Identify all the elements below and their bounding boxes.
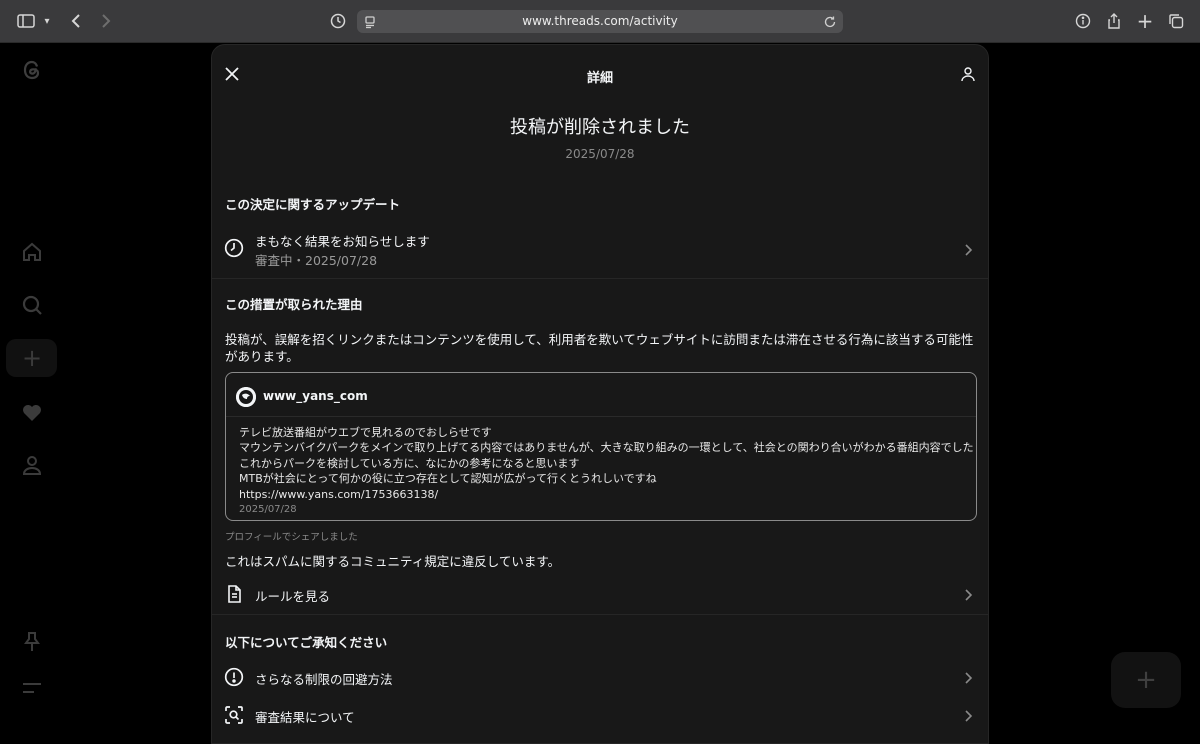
update-status-sublabel: 審査中・2025/07/28	[255, 253, 378, 268]
clock-icon	[224, 238, 244, 258]
decision-date: 2025/07/28	[565, 147, 635, 161]
chevron-right-icon	[962, 708, 974, 722]
post-line: MTBが社会にとって何かの役に立つ存在として認知が広がって行くとうれしいですね	[239, 472, 657, 486]
plus-icon[interactable]: +	[20, 344, 44, 372]
menu-icon[interactable]	[20, 676, 44, 700]
account-icon[interactable]	[960, 66, 976, 82]
update-status-item[interactable]: まもなく結果をお知らせします 審査中・2025/07/28	[212, 227, 988, 271]
avatar[interactable]	[236, 387, 256, 407]
pin-icon[interactable]	[20, 630, 44, 654]
removed-post-card[interactable]: www_yans_com テレビ放送番組がウエブで見れるのでおしらせです マウン…	[225, 372, 977, 521]
view-rules-label: ルールを見る	[255, 589, 331, 604]
search-icon[interactable]	[20, 293, 44, 317]
threads-logo-icon[interactable]	[20, 58, 44, 82]
address-bar[interactable]: www.threads.com/activity	[357, 10, 843, 33]
chevron-right-icon	[962, 670, 974, 684]
back-icon[interactable]	[66, 11, 86, 31]
profile-icon[interactable]	[20, 453, 44, 477]
detail-modal: 詳細 投稿が削除されました 2025/07/28 この決定に関するアップデート …	[211, 44, 989, 744]
url-text[interactable]: www.threads.com/activity	[357, 14, 843, 28]
history-clock-icon[interactable]	[328, 11, 348, 31]
chevron-right-icon	[962, 242, 974, 256]
info-icon[interactable]	[1073, 11, 1093, 31]
post-line: これからパークを検討している方に、なにかの参考になると思います	[239, 456, 580, 470]
browser-toolbar: ▾ www.threads.com/activity +	[0, 0, 1200, 43]
divider	[212, 614, 988, 615]
notice-section-title: 以下についてご承知ください	[225, 635, 388, 650]
view-rules-item[interactable]: ルールを見る	[212, 575, 988, 613]
notice-item-label: さらなる制限の回避方法	[255, 672, 393, 687]
modal-header: 詳細	[212, 45, 988, 105]
create-post-fab[interactable]: +	[1111, 652, 1181, 708]
home-icon[interactable]	[20, 240, 44, 264]
sidebar-toggle-icon[interactable]	[16, 11, 36, 31]
modal-title: 詳細	[586, 71, 613, 86]
post-link[interactable]: https://www.yans.com/1753663138/	[239, 487, 974, 502]
reason-section-title: この措置が取られた理由	[225, 297, 363, 312]
heart-icon[interactable]	[20, 400, 44, 424]
post-line: マウンテンバイクパークをメインで取り上げてる内容ではありませんが、大きな取り組み…	[239, 441, 974, 455]
notice-item-label: 審査結果について	[255, 710, 355, 725]
search-scan-icon	[224, 705, 244, 725]
divider	[212, 278, 988, 279]
document-icon	[224, 584, 244, 604]
tab-overview-icon[interactable]	[1166, 11, 1186, 31]
exclamation-circle-icon	[224, 667, 244, 687]
share-icon[interactable]	[1104, 11, 1124, 31]
notice-item-avoid-restrictions[interactable]: さらなる制限の回避方法	[212, 658, 988, 696]
chevron-right-icon	[962, 587, 974, 601]
update-status-label: まもなく結果をお知らせします	[255, 234, 430, 249]
post-header: www_yans_com	[226, 373, 976, 417]
violation-text: これはスパムに関するコミュニティ規定に違反しています。	[225, 554, 561, 569]
update-section-title: この決定に関するアップデート	[225, 197, 401, 212]
post-body: テレビ放送番組がウエブで見れるのでおしらせです マウンテンバイクパークをメインで…	[239, 425, 974, 517]
shared-note: プロフィールでシェアしました	[225, 532, 358, 543]
post-date: 2025/07/28	[239, 504, 297, 516]
notice-item-review-results[interactable]: 審査結果について	[212, 696, 988, 734]
reload-icon[interactable]	[823, 14, 837, 28]
reason-text: 投稿が、誤解を招くリンクまたはコンテンツを使用して、利用者を欺いてウェブサイトに…	[225, 332, 974, 364]
post-line: テレビ放送番組がウエブで見れるのでおしらせです	[239, 426, 492, 439]
forward-icon[interactable]	[96, 11, 116, 31]
page-title: 投稿が削除されました	[510, 117, 690, 138]
new-tab-icon[interactable]: +	[1135, 9, 1155, 33]
post-username[interactable]: www_yans_com	[263, 389, 368, 403]
chevron-down-icon[interactable]: ▾	[40, 11, 54, 31]
